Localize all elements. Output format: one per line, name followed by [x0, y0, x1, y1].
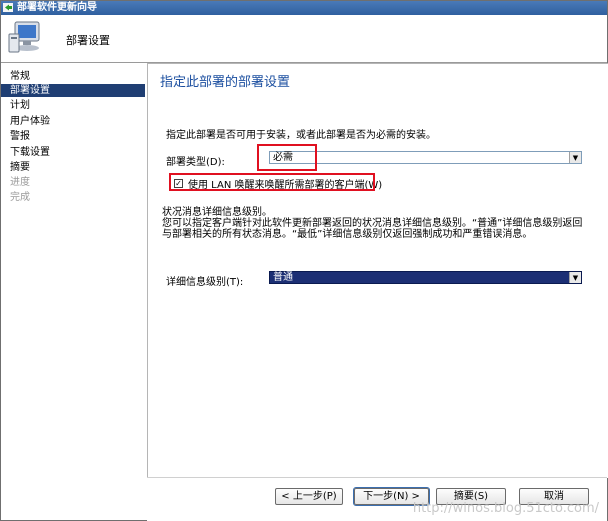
- watermark-text: http://winos.blog.51cto.com/: [412, 501, 599, 516]
- detail-level-select[interactable]: 普通 ▼: [269, 271, 582, 284]
- window-title: 部署软件更新向导: [17, 2, 97, 13]
- sidebar-item-completion: 完成: [10, 192, 30, 203]
- sidebar-item-download-settings[interactable]: 下载设置: [1, 146, 145, 159]
- page-header-title: 部署设置: [66, 34, 110, 47]
- page-description: 指定此部署是否可用于安装，或者此部署是否为必需的安装。: [166, 130, 436, 141]
- sidebar-item-general[interactable]: 常规: [1, 70, 145, 83]
- wizard-window: 部署软件更新向导 部署设置 常规 部署设置 计划 用户体验 警报 下载设置 摘要…: [0, 0, 608, 521]
- detail-level-value: 普通: [273, 272, 293, 283]
- previous-button[interactable]: < 上一步(P): [275, 488, 343, 505]
- detail-level-section-title: 状况消息详细信息级别。: [162, 207, 272, 218]
- detail-level-label: 详细信息级别(T):: [166, 277, 244, 288]
- sidebar-item-schedule[interactable]: 计划: [1, 99, 145, 112]
- page-title: 指定此部署的部署设置: [160, 75, 291, 90]
- deployment-settings-panel: 指定此部署的部署设置 指定此部署是否可用于安装，或者此部署是否为必需的安装。 部…: [147, 63, 608, 478]
- wizard-title-icon: [3, 3, 13, 12]
- chevron-down-icon[interactable]: ▼: [569, 152, 581, 163]
- sidebar-item-summary[interactable]: 摘要: [1, 161, 145, 174]
- wizard-header: 部署设置: [1, 15, 607, 63]
- deployment-type-label: 部署类型(D):: [166, 157, 225, 168]
- sidebar-item-progress: 进度: [10, 177, 30, 188]
- annotation-highlight-box: [169, 173, 375, 191]
- sidebar-item-user-experience[interactable]: 用户体验: [1, 115, 145, 128]
- sidebar-item-deployment-settings[interactable]: 部署设置: [1, 84, 145, 97]
- annotation-highlight-box: [257, 144, 317, 171]
- chevron-down-icon[interactable]: ▼: [569, 272, 581, 283]
- wizard-steps-sidebar: 常规 部署设置 计划 用户体验 警报 下载设置 摘要 进度 完成: [1, 63, 146, 520]
- detail-level-description: 您可以指定客户端针对此软件更新部署返回的状况消息详细信息级别。“普通”详细信息级…: [162, 218, 583, 240]
- computer-wizard-icon: [8, 21, 40, 53]
- title-bar: 部署软件更新向导: [1, 1, 607, 15]
- sidebar-item-alerts[interactable]: 警报: [1, 130, 145, 143]
